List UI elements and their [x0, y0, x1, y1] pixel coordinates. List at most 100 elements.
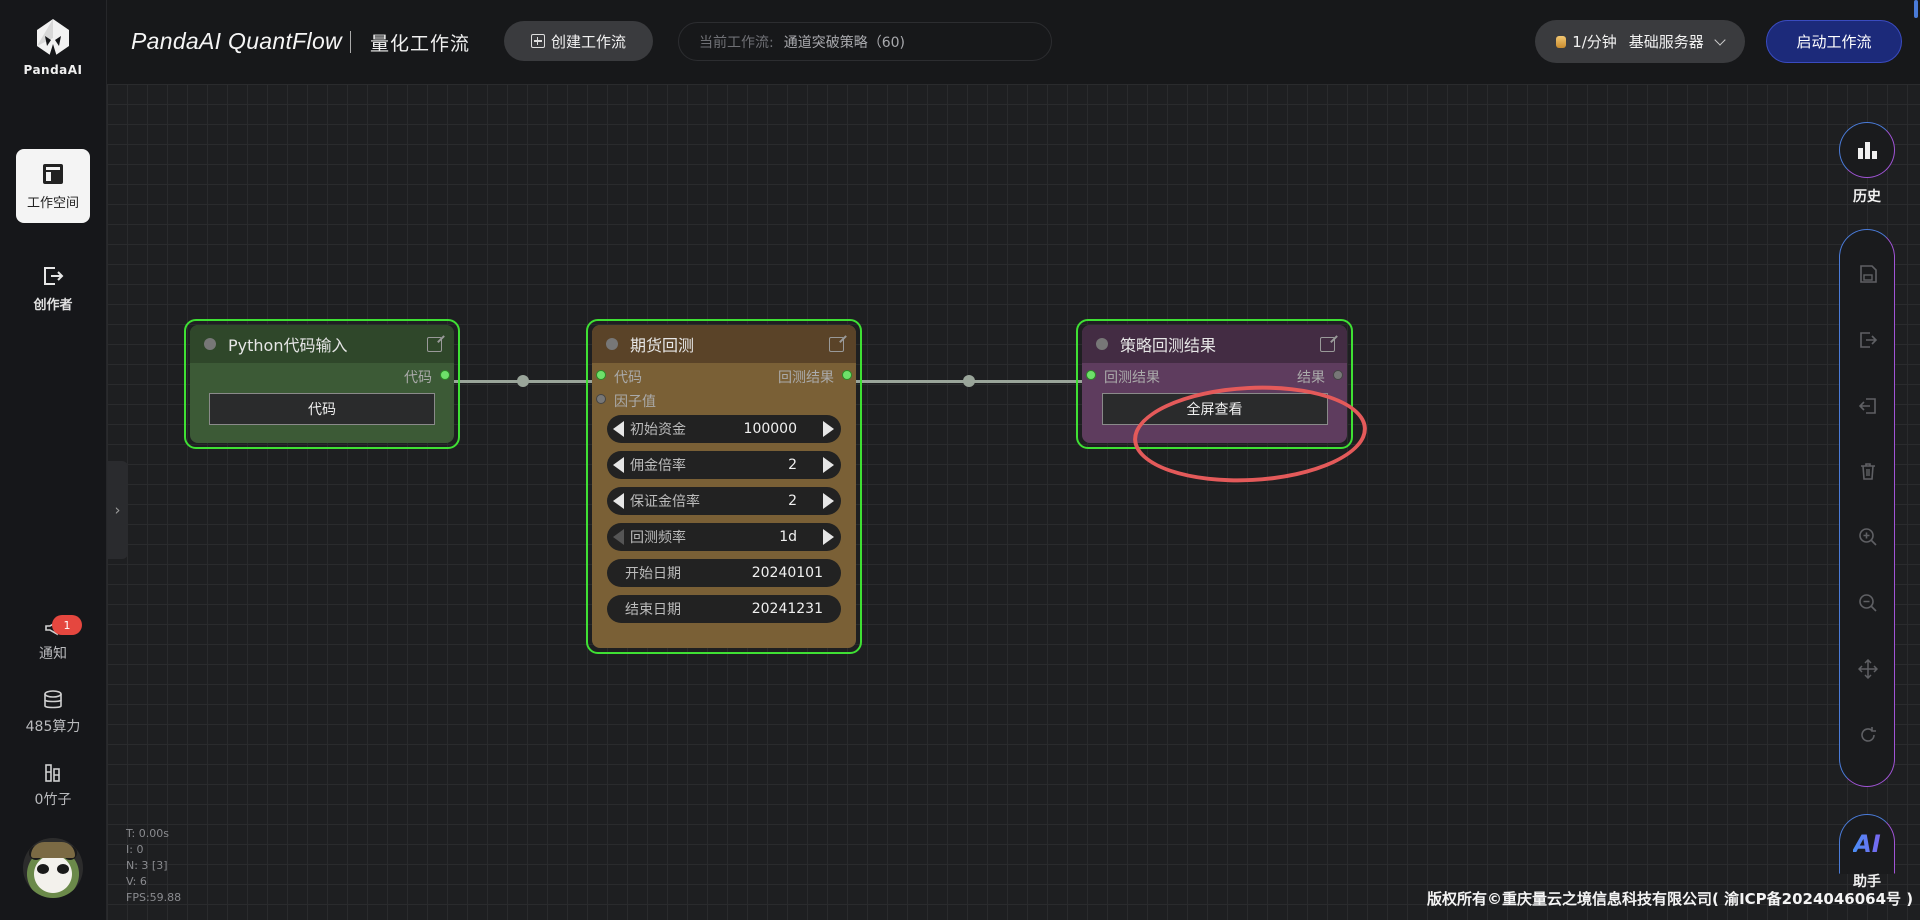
- debug-nodes: N: 3 [3]: [126, 859, 168, 872]
- add-box-icon: [530, 34, 545, 48]
- sidebar-item-workspace[interactable]: 工作空间: [16, 149, 90, 223]
- sidebar-item-bamboo[interactable]: 0竹子: [10, 762, 96, 809]
- avatar[interactable]: [23, 838, 83, 898]
- output-port[interactable]: [1333, 370, 1343, 380]
- history-button[interactable]: [1839, 122, 1895, 178]
- decrement-arrow-icon[interactable]: [613, 529, 624, 545]
- zoom-out-icon[interactable]: [1858, 593, 1878, 613]
- input-port[interactable]: [1086, 370, 1096, 380]
- increment-arrow-icon[interactable]: [823, 529, 834, 545]
- server-rate: 1/分钟: [1572, 33, 1617, 51]
- output-port[interactable]: [842, 370, 852, 380]
- link-midpoint[interactable]: [517, 375, 529, 387]
- notify-label: 通知: [39, 646, 67, 662]
- output-port[interactable]: [440, 370, 450, 380]
- scrollbar-thumb[interactable]: [1914, 0, 1918, 18]
- app-title: PandaAI QuantFlow: [131, 28, 342, 54]
- bar-chart-icon: [1858, 142, 1877, 159]
- logo[interactable]: PandaAI: [22, 16, 84, 82]
- node-python-input[interactable]: Python代码输入 代码 代码: [184, 319, 460, 449]
- widget-label: 开始日期: [625, 566, 681, 582]
- output-label: 回测结果: [778, 370, 834, 386]
- avatar-hat: [31, 842, 75, 858]
- assistant-label: 助手: [1853, 874, 1881, 890]
- widget-label: 初始资金: [630, 422, 686, 438]
- input-label: 回测结果: [1104, 370, 1160, 386]
- delete-icon[interactable]: [1858, 461, 1878, 481]
- widget-label: 结束日期: [625, 602, 681, 618]
- increment-arrow-icon[interactable]: [823, 421, 834, 437]
- layout-icon: [43, 163, 63, 184]
- logo-text: PandaAI: [23, 63, 83, 77]
- code-button[interactable]: 代码: [209, 393, 435, 425]
- node-header[interactable]: Python代码输入: [190, 325, 454, 363]
- fit-view-icon[interactable]: [1858, 659, 1878, 679]
- import-icon[interactable]: [1858, 396, 1878, 416]
- input-label-factor: 因子值: [614, 394, 656, 410]
- widget-start-date[interactable]: 开始日期 20240101: [607, 559, 841, 587]
- current-workflow-value: 通道突破策略（60): [783, 34, 905, 51]
- decrement-arrow-icon[interactable]: [613, 493, 624, 509]
- sidebar-collapse-toggle[interactable]: ›: [107, 461, 128, 559]
- server-name: 基础服务器: [1628, 33, 1704, 51]
- edit-icon[interactable]: [1320, 337, 1335, 352]
- widget-initial-capital[interactable]: 初始资金 100000: [607, 415, 841, 443]
- edit-icon[interactable]: [427, 337, 442, 352]
- widget-label: 回测频率: [630, 530, 686, 546]
- app-subtitle: 量化工作流: [370, 33, 471, 55]
- increment-arrow-icon[interactable]: [823, 493, 834, 509]
- widget-value: 2: [788, 457, 797, 473]
- panda-logo-icon: [37, 19, 69, 57]
- workflow-canvas[interactable]: [107, 84, 1920, 920]
- widget-value: 20241231: [751, 601, 823, 617]
- notification-badge: 1: [52, 615, 82, 635]
- widget-commission-multiplier[interactable]: 佣金倍率 2: [607, 451, 841, 479]
- input-port-factor[interactable]: [596, 394, 606, 404]
- node-body: Python代码输入 代码 代码: [190, 325, 454, 443]
- node-status-dot: [606, 338, 618, 350]
- exit-icon: [44, 266, 64, 285]
- link-midpoint[interactable]: [963, 375, 975, 387]
- sidebar-item-label: 工作空间: [26, 195, 79, 211]
- port-row: 回测结果 结果: [1082, 363, 1347, 387]
- node-header[interactable]: 期货回测: [592, 325, 856, 363]
- ai-assistant-icon: AI: [1853, 830, 1881, 858]
- sidebar-item-compute[interactable]: 485算力: [10, 689, 96, 736]
- bamboo-label: 0竹子: [34, 792, 72, 808]
- decrement-arrow-icon[interactable]: [613, 457, 624, 473]
- edit-icon[interactable]: [829, 337, 844, 352]
- server-select[interactable]: 1/分钟 基础服务器: [1535, 20, 1745, 63]
- node-header[interactable]: 策略回测结果: [1082, 325, 1347, 363]
- debug-i: I: 0: [126, 843, 144, 856]
- node-status-dot: [204, 338, 216, 350]
- widget-end-date[interactable]: 结束日期 20241231: [607, 595, 841, 623]
- zoom-in-icon[interactable]: [1858, 527, 1878, 547]
- history-label: 历史: [1853, 189, 1881, 205]
- bamboo-icon: [45, 764, 60, 782]
- sidebar-item-creator[interactable]: 创作者: [16, 251, 90, 325]
- input-port-code[interactable]: [596, 370, 606, 380]
- widget-backtest-frequency[interactable]: 回测频率 1d: [607, 523, 841, 551]
- avatar-eye: [37, 864, 49, 874]
- debug-time: T: 0.00s: [126, 827, 169, 840]
- reset-icon[interactable]: [1858, 725, 1878, 745]
- decrement-arrow-icon[interactable]: [613, 421, 624, 437]
- create-workflow-button[interactable]: 创建工作流: [504, 21, 653, 61]
- port-row-code: 代码 回测结果: [592, 363, 856, 387]
- node-futures-backtest[interactable]: 期货回测 代码 回测结果 因子值 初始资金 100000 佣金倍率 2 保证金倍…: [586, 319, 862, 654]
- assistant-button[interactable]: AI: [1839, 814, 1895, 874]
- widget-margin-multiplier[interactable]: 保证金倍率 2: [607, 487, 841, 515]
- current-workflow-label: 当前工作流:: [699, 34, 774, 51]
- debug-stats: T: 0.00s I: 0 N: 3 [3] V: 6 FPS:59.88: [126, 826, 181, 906]
- port-row-factor: 因子值: [592, 387, 856, 411]
- start-workflow-button[interactable]: 启动工作流: [1766, 20, 1902, 63]
- chevron-right-icon: ›: [114, 501, 121, 519]
- node-body: 期货回测 代码 回测结果 因子值 初始资金 100000 佣金倍率 2 保证金倍…: [592, 325, 856, 648]
- debug-v: V: 6: [126, 875, 147, 888]
- save-icon[interactable]: [1858, 264, 1878, 284]
- current-workflow-field[interactable]: 当前工作流: 通道突破策略（60): [678, 22, 1052, 61]
- debug-fps: FPS:59.88: [126, 891, 182, 904]
- increment-arrow-icon[interactable]: [823, 457, 834, 473]
- sidebar-item-label: 创作者: [33, 297, 73, 313]
- export-icon[interactable]: [1858, 330, 1878, 350]
